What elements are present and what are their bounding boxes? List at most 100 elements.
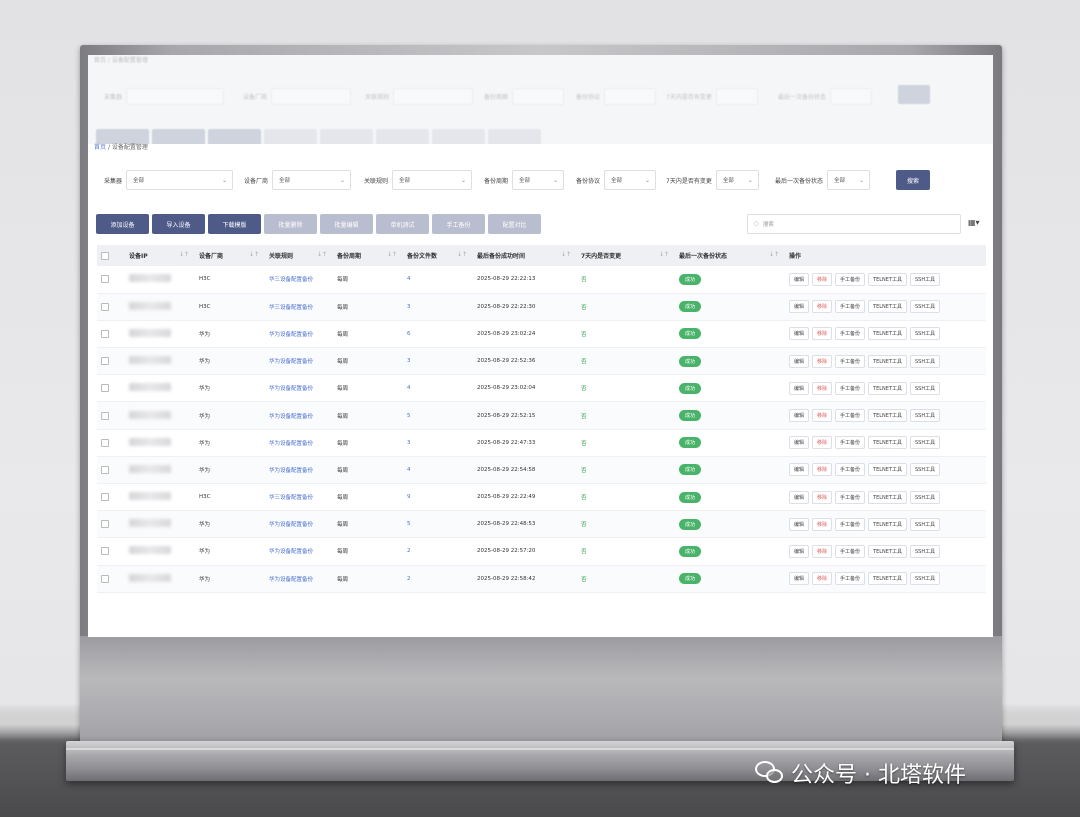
rule-link[interactable]: 华为设备配置备份 [269, 441, 313, 447]
telnet-tool-button[interactable]: TELNET工具 [868, 463, 907, 477]
edit-button[interactable]: 编辑 [789, 272, 810, 286]
manual-backup-button[interactable]: 手工备份 [835, 463, 866, 477]
column-header[interactable]: 7天内是否变更 ↓↑ [577, 245, 675, 266]
row-checkbox[interactable] [101, 329, 109, 338]
column-settings-icon[interactable]: ▦▾ [968, 218, 980, 227]
column-header[interactable]: 备份周期 ↓↑ [333, 245, 403, 266]
ssh-tool-button[interactable]: SSH工具 [910, 300, 941, 314]
breadcrumb-home[interactable]: 首页 [94, 144, 106, 151]
column-header[interactable]: 操作 [785, 245, 986, 266]
sort-icon[interactable]: ↓↑ [561, 251, 571, 258]
query-button[interactable]: 搜索 [896, 170, 930, 190]
remove-button[interactable]: 移除 [812, 354, 833, 368]
telnet-tool-button[interactable]: TELNET工具 [868, 381, 907, 395]
remove-button[interactable]: 移除 [812, 409, 833, 423]
select-all-checkbox[interactable] [101, 251, 109, 260]
remove-button[interactable]: 移除 [812, 272, 833, 286]
edit-button[interactable]: 编辑 [789, 354, 810, 368]
edit-button[interactable]: 编辑 [789, 300, 810, 314]
file-count-link[interactable]: 5 [407, 521, 411, 527]
column-header[interactable]: 关联规则 ↓↑ [265, 245, 333, 266]
sort-icon[interactable]: ↓↑ [317, 251, 327, 258]
edit-button[interactable]: 编辑 [789, 463, 810, 477]
filter-select[interactable]: 全部 ⌄ [392, 170, 473, 190]
row-checkbox[interactable] [101, 384, 109, 393]
manual-backup-button[interactable]: 手工备份 [835, 272, 866, 286]
telnet-tool-button[interactable]: TELNET工具 [868, 572, 907, 586]
rule-link[interactable]: 华为设备配置备份 [269, 522, 313, 528]
remove-button[interactable]: 移除 [812, 572, 833, 586]
ssh-tool-button[interactable]: SSH工具 [910, 381, 941, 395]
file-count-link[interactable]: 2 [407, 548, 411, 554]
remove-button[interactable]: 移除 [812, 327, 833, 341]
manual-backup-button[interactable]: 手工备份 [835, 300, 866, 314]
row-checkbox[interactable] [101, 493, 109, 502]
row-checkbox[interactable] [101, 547, 109, 556]
rule-link[interactable]: 华三设备配置备份 [269, 277, 313, 283]
column-header[interactable]: 最后备份成功时间 ↓↑ [473, 245, 577, 266]
telnet-tool-button[interactable]: TELNET工具 [868, 409, 907, 423]
telnet-tool-button[interactable]: TELNET工具 [868, 300, 907, 314]
edit-button[interactable]: 编辑 [789, 572, 810, 586]
sort-icon[interactable]: ↓↑ [179, 251, 189, 258]
ssh-tool-button[interactable]: SSH工具 [910, 572, 941, 586]
file-count-link[interactable]: 4 [407, 276, 411, 282]
manual-backup-button[interactable]: 手工备份 [835, 381, 866, 395]
rule-link[interactable]: 华为设备配置备份 [269, 414, 313, 420]
manual-backup-button[interactable]: 手工备份 [835, 544, 866, 558]
ssh-tool-button[interactable]: SSH工具 [910, 409, 941, 423]
manual-backup-button[interactable]: 手工备份 [835, 327, 866, 341]
edit-button[interactable]: 编辑 [789, 544, 810, 558]
filter-select[interactable]: 全部 ⌄ [604, 170, 657, 190]
edit-button[interactable]: 编辑 [789, 381, 810, 395]
file-count-link[interactable]: 4 [407, 467, 411, 473]
edit-button[interactable]: 编辑 [789, 327, 810, 341]
filter-select[interactable]: 全部 ⌄ [715, 170, 759, 190]
ssh-tool-button[interactable]: SSH工具 [910, 272, 941, 286]
row-checkbox[interactable] [101, 411, 109, 420]
row-checkbox[interactable] [101, 574, 109, 583]
rule-link[interactable]: 华三设备配置备份 [269, 305, 313, 311]
row-checkbox[interactable] [101, 465, 109, 474]
rule-link[interactable]: 华为设备配置备份 [269, 359, 313, 365]
row-checkbox[interactable] [101, 357, 109, 366]
sort-icon[interactable]: ↓↑ [769, 251, 779, 258]
remove-button[interactable]: 移除 [812, 517, 833, 531]
toolbar-button[interactable]: 单机测试 [376, 214, 429, 234]
telnet-tool-button[interactable]: TELNET工具 [868, 272, 907, 286]
manual-backup-button[interactable]: 手工备份 [835, 517, 866, 531]
file-count-link[interactable]: 2 [407, 576, 411, 582]
ssh-tool-button[interactable]: SSH工具 [910, 490, 941, 504]
telnet-tool-button[interactable]: TELNET工具 [868, 490, 907, 504]
file-count-link[interactable]: 6 [407, 331, 411, 337]
ssh-tool-button[interactable]: SSH工具 [910, 436, 941, 450]
rule-link[interactable]: 华为设备配置备份 [269, 332, 313, 338]
rule-link[interactable]: 华三设备配置备份 [269, 495, 313, 501]
sort-icon[interactable]: ↓↑ [387, 251, 397, 258]
filter-select[interactable]: 全部 ⌄ [827, 170, 871, 190]
remove-button[interactable]: 移除 [812, 300, 833, 314]
file-count-link[interactable]: 4 [407, 385, 411, 391]
sort-icon[interactable]: ↓↑ [659, 251, 669, 258]
telnet-tool-button[interactable]: TELNET工具 [868, 517, 907, 531]
ssh-tool-button[interactable]: SSH工具 [910, 517, 941, 531]
column-header[interactable]: 设备IP ↓↑ [125, 245, 195, 266]
manual-backup-button[interactable]: 手工备份 [835, 490, 866, 504]
ssh-tool-button[interactable]: SSH工具 [910, 544, 941, 558]
manual-backup-button[interactable]: 手工备份 [835, 354, 866, 368]
toolbar-button[interactable]: 批量编辑 [320, 214, 373, 234]
filter-select[interactable]: 全部 ⌄ [272, 170, 352, 190]
row-checkbox[interactable] [101, 438, 109, 447]
telnet-tool-button[interactable]: TELNET工具 [868, 354, 907, 368]
toolbar-button[interactable]: 添加设备 [96, 214, 149, 234]
rule-link[interactable]: 华为设备配置备份 [269, 468, 313, 474]
manual-backup-button[interactable]: 手工备份 [835, 436, 866, 450]
filter-select[interactable]: 全部 ⌄ [512, 170, 565, 190]
telnet-tool-button[interactable]: TELNET工具 [868, 327, 907, 341]
filter-select[interactable]: 全部 ⌄ [126, 170, 234, 190]
ssh-tool-button[interactable]: SSH工具 [910, 463, 941, 477]
row-checkbox[interactable] [101, 520, 109, 529]
manual-backup-button[interactable]: 手工备份 [835, 409, 866, 423]
remove-button[interactable]: 移除 [812, 381, 833, 395]
remove-button[interactable]: 移除 [812, 544, 833, 558]
